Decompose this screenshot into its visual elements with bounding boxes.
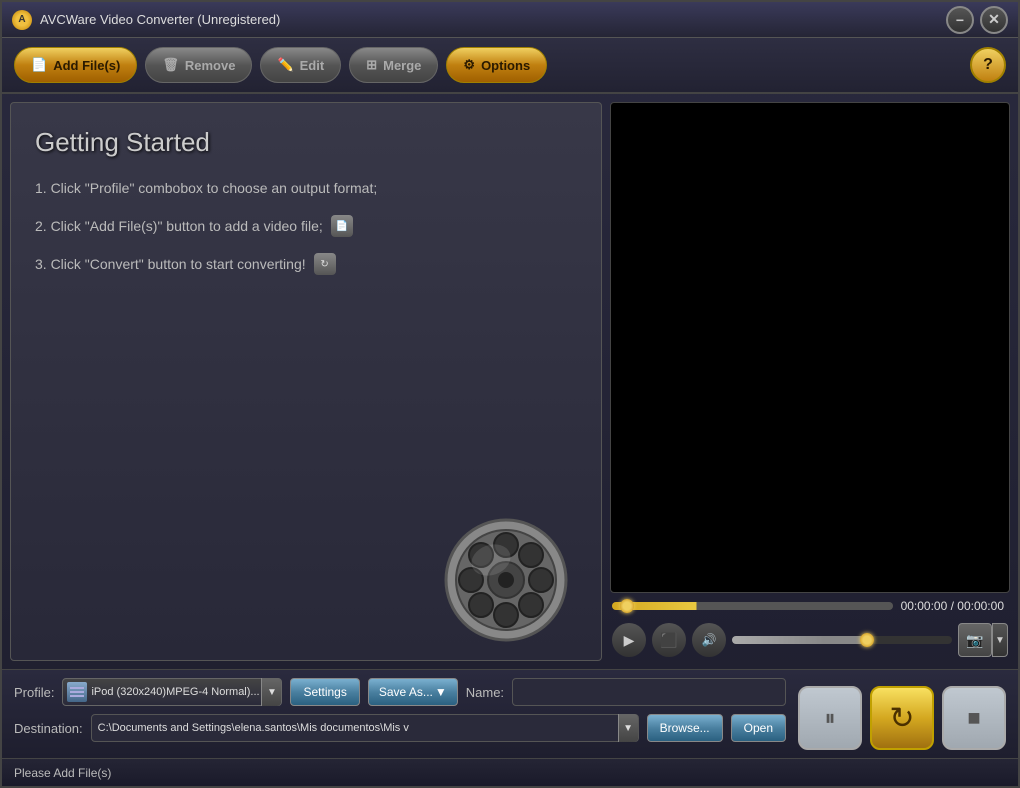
title-bar-text: AVCWare Video Converter (Unregistered) [40,12,946,27]
volume-thumb [860,633,874,647]
step-1-text: 1. Click "Profile" combobox to choose an… [35,178,377,199]
destination-path-container: C:\Documents and Settings\elena.santos\M… [91,714,639,742]
save-as-label: Save As... [379,685,433,699]
getting-started-title: Getting Started [35,127,577,158]
app-window: A AVCWare Video Converter (Unregistered)… [0,0,1020,788]
getting-started-panel: Getting Started 1. Click "Profile" combo… [10,102,602,661]
getting-started-steps: 1. Click "Profile" combobox to choose an… [35,178,577,275]
bottom-panel: Profile: iPod (320x240)MPEG-4 Normal)...… [2,669,1018,758]
app-icon: A [12,10,32,30]
convert-step-icon: ↻ [314,253,336,275]
options-icon: ⚙ [463,57,475,73]
video-progress-bar[interactable] [612,602,893,610]
play-button[interactable]: ▶ [612,623,646,657]
remove-icon: 🗑 [162,57,179,73]
camera-controls: 📷 ▼ [958,623,1008,657]
close-button[interactable]: ✕ [980,6,1008,34]
add-files-label: Add File(s) [53,58,120,73]
title-bar: A AVCWare Video Converter (Unregistered)… [2,2,1018,38]
help-button[interactable]: ? [970,47,1006,83]
save-as-container: Save As... ▼ [368,678,458,706]
play-icon: ▶ [624,632,635,649]
video-progress-track [612,602,893,610]
camera-dropdown-arrow[interactable]: ▼ [992,623,1008,657]
edit-label: Edit [300,58,325,73]
step-2-text: 2. Click "Add File(s)" button to add a v… [35,216,323,237]
profile-label: Profile: [14,685,54,700]
pause-icon: ⏸ [824,705,835,731]
name-label: Name: [466,685,504,700]
remove-button[interactable]: 🗑 Remove [145,47,252,83]
remove-label: Remove [185,58,236,73]
video-controls: ▶ ⬛ 🔊 📷 ▼ [610,619,1010,661]
stop-button[interactable]: ⬛ [652,623,686,657]
step-3-text: 3. Click "Convert" button to start conve… [35,254,306,275]
destination-label: Destination: [14,721,83,736]
convert-button[interactable]: ↻ [870,686,934,750]
name-input[interactable] [512,678,786,706]
toolbar: 📄 Add File(s) 🗑 Remove ✏️ Edit ⊞ Merge ⚙… [2,38,1018,94]
action-buttons: ⏸ ↻ ■ [798,678,1006,750]
help-label: ? [983,56,993,74]
stop-icon: ⬛ [660,632,677,649]
merge-label: Merge [383,58,421,73]
destination-dropdown-arrow[interactable]: ▼ [618,714,638,742]
options-button[interactable]: ⚙ Options [446,47,547,83]
save-as-arrow: ▼ [435,685,447,699]
merge-button[interactable]: ⊞ Merge [349,47,438,83]
stop-convert-button[interactable]: ■ [942,686,1006,750]
pause-button[interactable]: ⏸ [798,686,862,750]
profile-row: Profile: iPod (320x240)MPEG-4 Normal)...… [14,678,786,706]
minimize-button[interactable]: − [946,6,974,34]
profile-value: iPod (320x240)MPEG-4 Normal)... [91,686,261,698]
status-message: Please Add File(s) [14,766,111,780]
video-panel: 00:00:00 / 00:00:00 ▶ ⬛ 🔊 [610,102,1010,661]
edit-button[interactable]: ✏️ Edit [260,47,341,83]
step-2: 2. Click "Add File(s)" button to add a v… [35,215,577,237]
video-time: 00:00:00 / 00:00:00 [901,599,1008,613]
status-bar: Please Add File(s) [2,758,1018,786]
browse-button[interactable]: Browse... [647,714,723,742]
volume-slider[interactable] [732,636,952,644]
merge-icon: ⊞ [366,57,377,73]
main-content: Getting Started 1. Click "Profile" combo… [2,94,1018,669]
video-progress-thumb [620,599,634,613]
step-1: 1. Click "Profile" combobox to choose an… [35,178,577,199]
volume-track [732,636,864,644]
add-files-step-icon: 📄 [331,215,353,237]
camera-icon: 📷 [966,632,983,649]
title-bar-controls: − ✕ [946,6,1008,34]
volume-icon: 🔊 [702,633,717,647]
profile-dropdown-arrow[interactable]: ▼ [261,678,281,706]
step-3: 3. Click "Convert" button to start conve… [35,253,577,275]
volume-button[interactable]: 🔊 [692,623,726,657]
stop-convert-icon: ■ [967,705,980,731]
open-button[interactable]: Open [731,714,786,742]
bottom-left: Profile: iPod (320x240)MPEG-4 Normal)...… [14,678,786,742]
save-as-button[interactable]: Save As... ▼ [368,678,458,706]
add-files-icon: 📄 [31,57,47,73]
film-reel [441,515,571,650]
screenshot-button[interactable]: 📷 [958,623,992,657]
destination-path: C:\Documents and Settings\elena.santos\M… [92,722,618,734]
convert-icon: ↻ [889,701,914,736]
options-label: Options [481,58,530,73]
video-preview [610,102,1010,593]
edit-icon: ✏️ [277,57,293,73]
settings-button[interactable]: Settings [290,678,359,706]
profile-select[interactable]: iPod (320x240)MPEG-4 Normal)... ▼ [62,678,282,706]
add-files-button[interactable]: 📄 Add File(s) [14,47,137,83]
destination-row: Destination: C:\Documents and Settings\e… [14,714,786,742]
profile-select-icon [67,682,87,702]
